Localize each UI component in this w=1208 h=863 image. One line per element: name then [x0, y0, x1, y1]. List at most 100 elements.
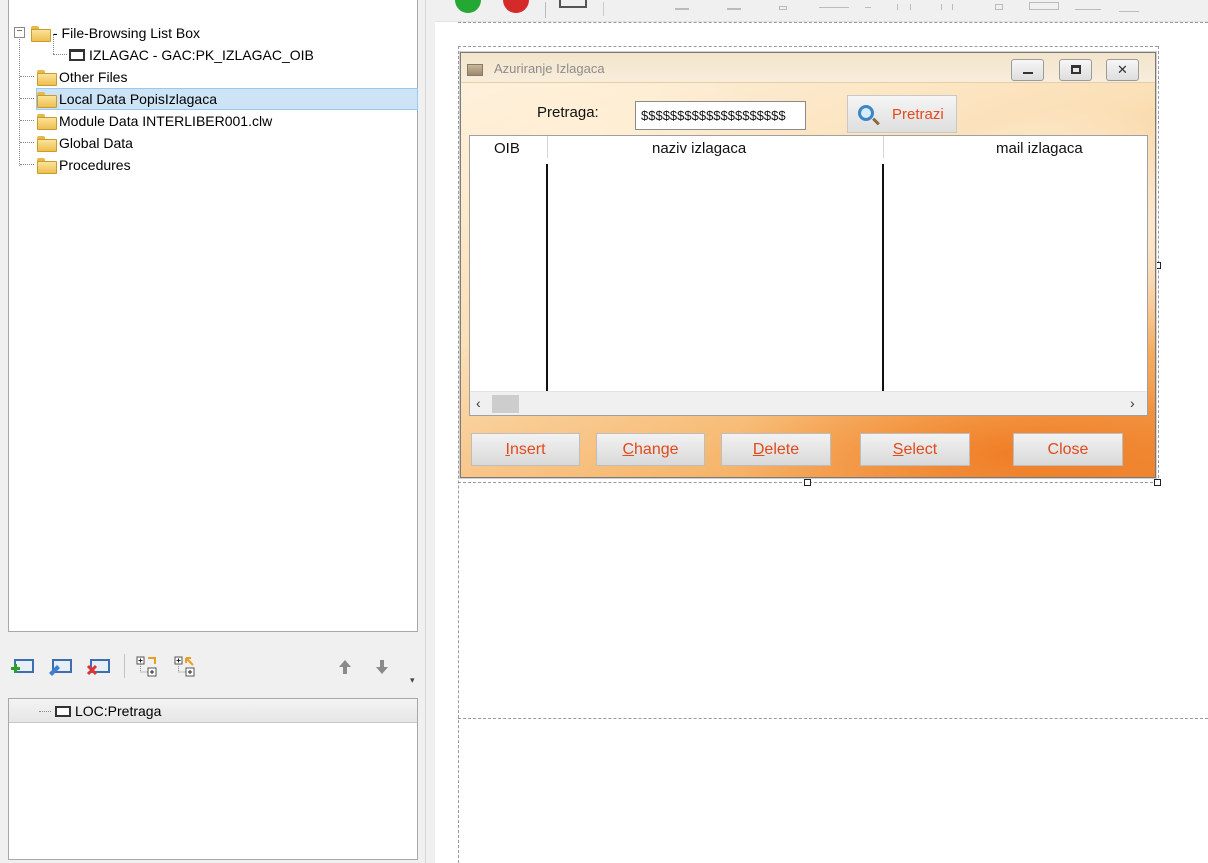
edit-record-icon[interactable] — [48, 656, 72, 678]
align-center-icon[interactable] — [727, 4, 741, 10]
data-toolbar — [0, 640, 425, 692]
maximize-button[interactable] — [1059, 59, 1092, 81]
tree-item-label: Module Data INTERLIBER001.clw — [59, 113, 273, 129]
search-input[interactable]: $$$$$$$$$$$$$$$$$$$$ — [635, 101, 806, 130]
magnifier-icon — [858, 105, 874, 121]
center-icon[interactable] — [1119, 4, 1139, 12]
window-title: Azuriranje Izlagaca — [494, 61, 605, 76]
same-size-icon[interactable] — [995, 4, 1003, 10]
tree-root-item[interactable]: - File-Browsing List Box — [31, 22, 200, 44]
close-window-button[interactable]: ✕ — [1106, 59, 1139, 81]
panel-splitter-icon[interactable]: ▾ — [410, 676, 419, 685]
toolbar-separator — [545, 2, 546, 18]
folder-icon — [37, 92, 57, 108]
stop-icon[interactable] — [503, 0, 529, 13]
column-divider[interactable] — [883, 136, 884, 158]
tree-item-label: Local Data PopisIzlagaca — [59, 91, 217, 107]
table-icon — [69, 49, 85, 61]
field-icon — [55, 705, 71, 717]
select-hotkey: S — [892, 441, 904, 458]
designed-window[interactable]: Azuriranje Izlagaca ✕ Pretraga: $$$$$$$$… — [460, 52, 1156, 478]
window-titlebar[interactable]: Azuriranje Izlagaca ✕ — [461, 53, 1155, 83]
browse-list[interactable]: OIB naziv izlagaca mail izlagaca ‹ › — [469, 135, 1148, 416]
scroll-thumb[interactable] — [492, 395, 519, 413]
change-hotkey: C — [622, 441, 635, 458]
local-data-list[interactable]: LOC:Pretraga — [8, 698, 418, 860]
tree-line — [19, 34, 20, 166]
change-button[interactable]: Change — [596, 433, 705, 466]
insert-label: nsert — [509, 441, 546, 458]
column-header-oib[interactable]: OIB — [494, 140, 520, 157]
list-item-label: LOC:Pretraga — [75, 703, 162, 719]
guide-line — [458, 22, 1208, 23]
collapse-tree-icon[interactable] — [174, 656, 198, 678]
tree-item-procedures[interactable]: Procedures — [37, 154, 131, 176]
change-label: hange — [634, 441, 679, 458]
folder-icon — [37, 70, 57, 86]
window-preview-icon[interactable] — [559, 0, 587, 8]
column-header-naziv[interactable]: naziv izlagaca — [652, 140, 746, 157]
column-separator-line — [546, 164, 548, 391]
collapse-toggle-icon[interactable]: − — [14, 27, 25, 38]
delete-record-icon[interactable] — [86, 656, 110, 678]
delete-label: elete — [764, 441, 800, 458]
guide-line — [458, 718, 1208, 719]
tree-line — [20, 76, 34, 77]
folder-icon — [37, 136, 57, 152]
spread-vertical-icon[interactable] — [941, 4, 953, 10]
tree-root-label: - File-Browsing List Box — [53, 25, 201, 41]
search-label: Pretraga: — [537, 104, 599, 121]
column-header-mail[interactable]: mail izlagaca — [996, 140, 1083, 157]
window-icon — [467, 64, 483, 76]
select-button[interactable]: Select — [860, 433, 970, 466]
add-record-icon[interactable] — [10, 656, 34, 678]
scroll-right-icon[interactable]: › — [1130, 395, 1135, 411]
insert-button[interactable]: Insert — [471, 433, 580, 466]
run-icon[interactable] — [455, 0, 481, 13]
left-panel: − - File-Browsing List Box IZLAGAC - GAC… — [0, 0, 425, 863]
tree-item-module-data[interactable]: Module Data INTERLIBER001.clw — [37, 110, 272, 132]
folder-icon — [37, 158, 57, 174]
procedure-tree[interactable]: − - File-Browsing List Box IZLAGAC - GAC… — [8, 0, 418, 632]
tree-item-other-files[interactable]: Other Files — [37, 66, 127, 88]
column-separator-line — [882, 164, 884, 391]
tree-item-file-label: IZLAGAC - GAC:PK_IZLAGAC_OIB — [89, 47, 314, 63]
align-bottom-icon[interactable] — [865, 4, 871, 8]
maximize-icon — [1071, 65, 1081, 74]
move-up-icon[interactable] — [333, 656, 357, 678]
tree-line — [39, 711, 51, 712]
tree-line — [53, 54, 67, 55]
tree-line — [20, 120, 34, 121]
close-label: Close — [1047, 441, 1089, 458]
minimize-button[interactable] — [1011, 59, 1044, 81]
list-item-loc-pretraga[interactable]: LOC:Pretraga — [55, 700, 161, 722]
align-left-icon[interactable] — [675, 4, 689, 10]
same-height-icon[interactable] — [1075, 4, 1101, 10]
tree-item-label: Procedures — [59, 157, 131, 173]
delete-hotkey: D — [752, 441, 765, 458]
align-top-icon[interactable] — [819, 7, 849, 8]
tree-item-local-data[interactable]: Local Data PopisIzlagaca — [37, 88, 217, 110]
toolbar-separator — [603, 2, 604, 16]
horizontal-scrollbar[interactable]: ‹ › — [470, 391, 1147, 415]
folder-icon — [37, 114, 57, 130]
spread-horizontal-icon[interactable] — [897, 4, 911, 10]
toolbar-separator — [124, 654, 125, 678]
resize-handle-corner[interactable] — [1154, 479, 1161, 486]
tree-item-file[interactable]: IZLAGAC - GAC:PK_IZLAGAC_OIB — [69, 44, 314, 66]
close-button[interactable]: Close — [1013, 433, 1123, 466]
column-divider[interactable] — [547, 136, 548, 158]
align-right-icon[interactable] — [779, 6, 787, 10]
delete-button[interactable]: Delete — [721, 433, 831, 466]
minimize-icon — [1023, 72, 1033, 74]
scroll-left-icon[interactable]: ‹ — [476, 395, 481, 411]
expand-tree-icon[interactable] — [136, 656, 160, 678]
same-width-icon[interactable] — [1029, 2, 1059, 10]
close-icon: ✕ — [1117, 62, 1128, 77]
search-button[interactable]: Pretrazi — [847, 95, 957, 133]
ide-screen: − - File-Browsing List Box IZLAGAC - GAC… — [0, 0, 1208, 863]
tree-item-global-data[interactable]: Global Data — [37, 132, 133, 154]
move-down-icon[interactable] — [370, 656, 394, 678]
panel-divider[interactable] — [425, 0, 435, 863]
resize-handle-bottom[interactable] — [804, 479, 811, 486]
